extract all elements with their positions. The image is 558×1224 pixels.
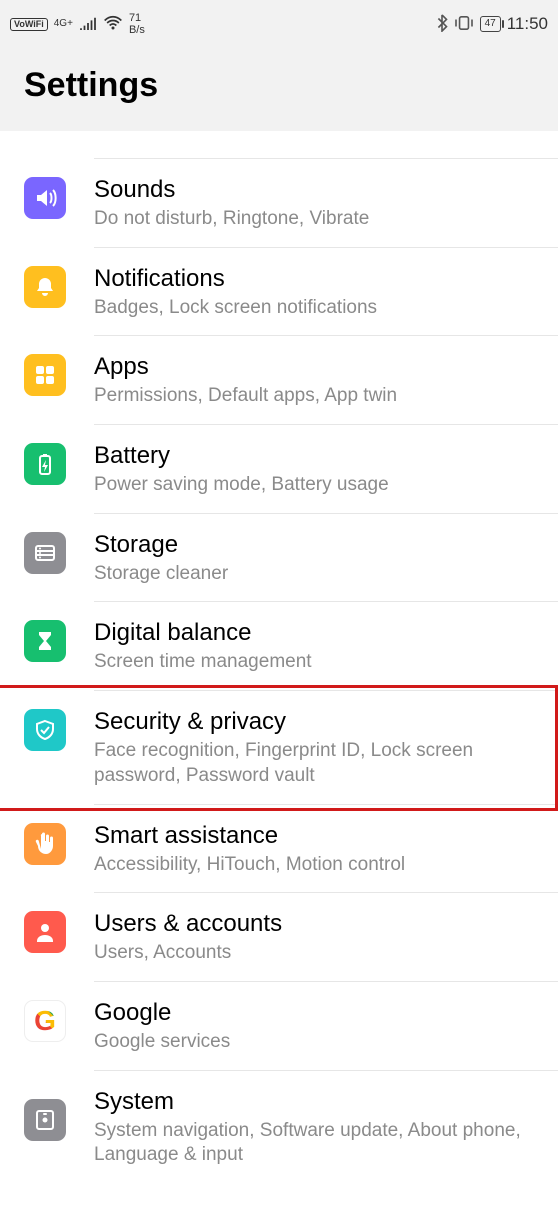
status-right: 47 11:50: [436, 14, 548, 35]
row-title: Apps: [94, 352, 540, 382]
row-title: Security & privacy: [94, 707, 540, 737]
row-storage[interactable]: Storage Storage cleaner: [0, 514, 558, 603]
row-title: Smart assistance: [94, 821, 540, 851]
row-subtitle: Accessibility, HiTouch, Motion control: [94, 853, 540, 878]
row-apps[interactable]: Apps Permissions, Default apps, App twin: [0, 336, 558, 425]
row-subtitle: Storage cleaner: [94, 562, 540, 587]
battery-indicator: 47: [480, 16, 501, 32]
row-subtitle: Face recognition, Fingerprint ID, Lock s…: [94, 739, 540, 788]
row-google[interactable]: G Google Google services: [0, 982, 558, 1071]
row-title: Battery: [94, 441, 540, 471]
signal-icon: [79, 16, 97, 33]
status-bar: VoWiFi 4G+ 71 B/s 47 11:50: [0, 0, 558, 48]
prev-item-peek: [94, 131, 558, 159]
row-subtitle: System navigation, Software update, Abou…: [94, 1119, 540, 1168]
clock: 11:50: [507, 14, 548, 34]
row-smart-assistance[interactable]: Smart assistance Accessibility, HiTouch,…: [0, 805, 558, 894]
row-subtitle: Permissions, Default apps, App twin: [94, 384, 540, 409]
row-users-accounts[interactable]: Users & accounts Users, Accounts: [0, 893, 558, 982]
row-title: Storage: [94, 530, 540, 560]
sounds-icon: [24, 177, 66, 219]
system-icon: [24, 1099, 66, 1141]
row-title: Sounds: [94, 175, 540, 205]
row-title: System: [94, 1087, 540, 1117]
network-type: 4G+: [54, 19, 73, 29]
shield-icon: [24, 709, 66, 751]
user-icon: [24, 911, 66, 953]
apps-icon: [24, 354, 66, 396]
row-security-privacy[interactable]: Security & privacy Face recognition, Fin…: [0, 691, 558, 804]
hourglass-icon: [24, 620, 66, 662]
row-subtitle: Power saving mode, Battery usage: [94, 473, 540, 498]
row-title: Google: [94, 998, 540, 1028]
row-subtitle: Do not disturb, Ringtone, Vibrate: [94, 207, 540, 232]
battery-icon: [24, 443, 66, 485]
row-subtitle: Screen time management: [94, 650, 540, 675]
storage-icon: [24, 532, 66, 574]
row-digital-balance[interactable]: Digital balance Screen time management: [0, 602, 558, 691]
page-title: Settings: [24, 66, 534, 105]
row-notifications[interactable]: Notifications Badges, Lock screen notifi…: [0, 248, 558, 337]
row-subtitle: Users, Accounts: [94, 941, 540, 966]
row-subtitle: Badges, Lock screen notifications: [94, 296, 540, 321]
row-title: Notifications: [94, 264, 540, 294]
data-rate: 71 B/s: [129, 12, 145, 36]
row-system[interactable]: System System navigation, Software updat…: [0, 1071, 558, 1184]
status-left: VoWiFi 4G+ 71 B/s: [10, 12, 145, 36]
settings-list[interactable]: Sounds Do not disturb, Ringtone, Vibrate…: [0, 131, 558, 1184]
vowifi-badge: VoWiFi: [10, 18, 48, 31]
google-icon: G: [24, 1000, 66, 1042]
row-battery[interactable]: Battery Power saving mode, Battery usage: [0, 425, 558, 514]
hand-icon: [24, 823, 66, 865]
bluetooth-icon: [436, 14, 448, 35]
vibrate-icon: [454, 15, 474, 34]
bell-icon: [24, 266, 66, 308]
row-subtitle: Google services: [94, 1030, 540, 1055]
row-title: Users & accounts: [94, 909, 540, 939]
wifi-icon: [103, 15, 123, 34]
page-header: Settings: [0, 48, 558, 131]
row-title: Digital balance: [94, 618, 540, 648]
row-sounds[interactable]: Sounds Do not disturb, Ringtone, Vibrate: [0, 159, 558, 248]
